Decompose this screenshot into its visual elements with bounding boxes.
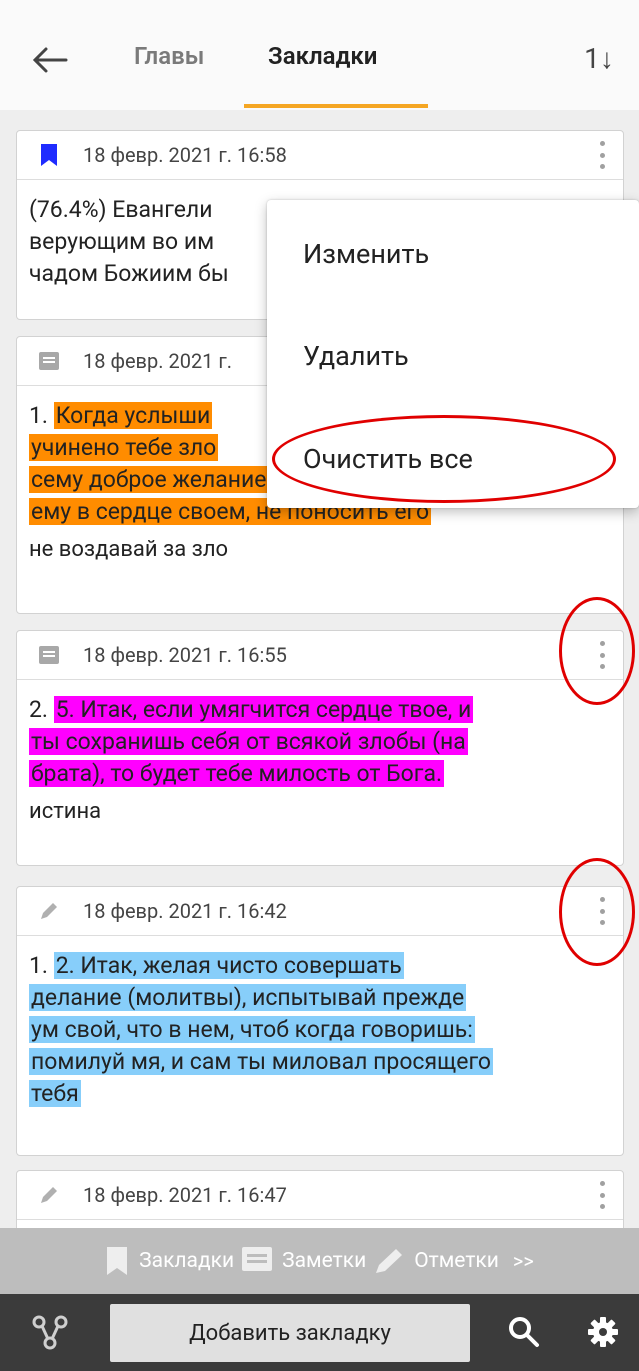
verse-number: 1.: [29, 402, 54, 429]
more-vert-icon[interactable]: [597, 1181, 607, 1209]
menu-item-delete[interactable]: Удалить: [303, 340, 409, 372]
bookmark-icon: [107, 1247, 128, 1275]
top-app-bar: Главы Закладки 1↓: [0, 0, 639, 111]
card-date: 18 февр. 2021 г. 16:55: [83, 643, 287, 667]
tab-bookmarks[interactable]: Закладки: [268, 42, 377, 70]
card-header: 18 февр. 2021 г. 16:58: [17, 131, 623, 180]
note-text: истина: [29, 799, 102, 824]
active-tab-indicator: [244, 104, 428, 108]
filter-label: Отметки: [414, 1249, 499, 1273]
share-nodes-icon[interactable]: [32, 1314, 68, 1350]
search-icon[interactable]: [506, 1314, 542, 1350]
filter-label: Закладки: [139, 1249, 235, 1273]
filter-bookmarks[interactable]: Закладки: [105, 1247, 234, 1275]
annotation-ellipse: [559, 858, 635, 966]
menu-item-edit[interactable]: Изменить: [303, 238, 429, 270]
sort-icon[interactable]: 1↓: [577, 38, 621, 78]
highlight-text: делание (молитвы), испытывай прежде: [29, 984, 467, 1011]
highlight-text: 5. Итак, если умягчится сердце твое, и: [53, 696, 474, 723]
annotation-ellipse: [272, 415, 616, 503]
list-item[interactable]: 18 февр. 2021 г. 16:55 2. 5. Итак, если …: [16, 630, 624, 866]
verse-number: 1.: [29, 952, 54, 979]
more-vert-icon[interactable]: [597, 141, 607, 169]
pencil-icon: [376, 1249, 403, 1273]
bookmark-icon: [39, 144, 59, 166]
filter-label: Заметки: [282, 1249, 367, 1273]
bottom-action-bar: Добавить закладку: [0, 1294, 639, 1371]
card-text: 1. 2. Итак, желая чисто совершать делани…: [17, 936, 623, 1120]
highlight-text: учинено тебе зло: [29, 434, 219, 461]
highlight-text: брата), то будет тебе милость от Бога.: [29, 760, 445, 787]
annotation-ellipse: [559, 597, 635, 705]
highlight-text: 2. Итак, желая чисто совершать: [53, 952, 404, 979]
card-date: 18 февр. 2021 г. 16:47: [83, 1183, 287, 1207]
note-text: не воздавай за зло: [29, 537, 229, 562]
add-bookmark-button[interactable]: Добавить закладку: [110, 1304, 470, 1362]
card-text: 2. 5. Итак, если умягчится сердце твое, …: [17, 680, 623, 838]
card-header: 18 февр. 2021 г. 16:42: [17, 887, 623, 936]
card-header: 18 февр. 2021 г. 16:47: [17, 1171, 623, 1220]
arrow-left-icon[interactable]: [30, 40, 70, 80]
tab-chapters[interactable]: Главы: [134, 42, 204, 70]
card-date: 18 февр. 2021 г. 16:58: [83, 143, 287, 167]
pencil-icon: [39, 1185, 59, 1205]
highlight-text: ты сохранишь себя от всякой злобы (на: [29, 728, 468, 755]
list-item[interactable]: 18 февр. 2021 г. 16:42 1. 2. Итак, желая…: [16, 886, 624, 1156]
card-header: 18 февр. 2021 г. 16:55: [17, 631, 623, 680]
card-date: 18 февр. 2021 г.: [83, 349, 233, 373]
filter-marks[interactable]: Отметки: [374, 1247, 499, 1275]
highlight-text: тебя: [29, 1080, 81, 1107]
pencil-icon: [39, 901, 59, 921]
note-icon: [39, 645, 59, 665]
filter-bar: Закладки Заметки Отметки >>: [0, 1228, 639, 1294]
card-date: 18 февр. 2021 г. 16:42: [83, 899, 287, 923]
verse-number: 2.: [29, 696, 54, 723]
list-item[interactable]: 18 февр. 2021 г. 16:47: [16, 1170, 624, 1228]
highlight-text: Когда услыши: [53, 402, 213, 429]
highlight-text: помилуй мя, и сам ты миловал просящего: [29, 1048, 494, 1075]
gear-icon[interactable]: [585, 1314, 621, 1350]
note-icon: [39, 351, 59, 371]
filter-notes[interactable]: Заметки: [242, 1247, 366, 1275]
more-filters-button[interactable]: >>: [513, 1249, 534, 1273]
highlight-text: ум свой, что в нем, чтоб когда говоришь:: [29, 1016, 475, 1043]
note-icon: [242, 1247, 273, 1271]
